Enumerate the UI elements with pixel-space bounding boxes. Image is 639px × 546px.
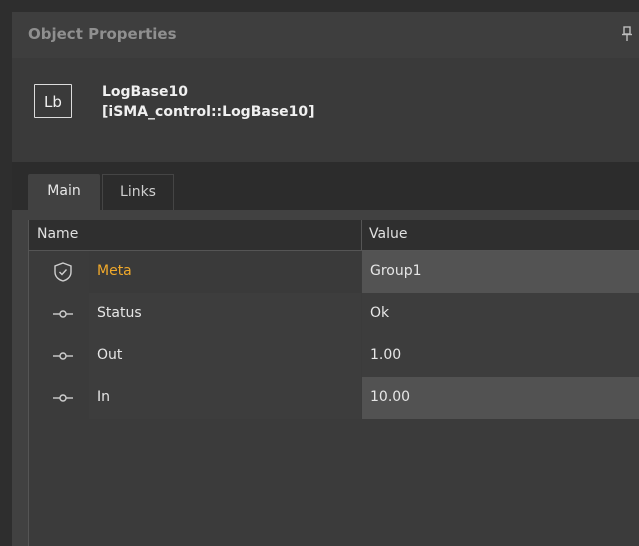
name-cell: Meta [89,251,361,293]
row-gutter [29,335,89,377]
panel-title: Object Properties [28,25,177,43]
slot-icon [51,303,75,325]
object-type: [iSMA_control::LogBase10] [102,104,315,120]
properties-table: Name Value Meta Group1 Status Ok Out 1.0… [28,220,639,546]
shield-check-icon [51,261,75,283]
pin-icon[interactable] [621,26,633,44]
property-name: Out [97,347,123,363]
left-edge [0,12,12,546]
property-value[interactable]: 10.00 [370,389,410,405]
object-name: LogBase10 [102,84,188,100]
column-divider[interactable] [361,220,362,250]
row-gutter [29,293,89,335]
property-name: In [97,389,111,405]
slot-icon [51,387,75,409]
table-header: Name Value [29,220,639,251]
property-value[interactable]: Group1 [370,263,422,279]
column-header-name[interactable]: Name [37,226,78,242]
property-name: Meta [97,263,132,279]
slot-icon [51,345,75,367]
property-value[interactable]: Ok [370,305,389,321]
property-value[interactable]: 1.00 [370,347,401,363]
value-cell[interactable]: 1.00 [362,335,639,377]
value-cell[interactable]: Ok [362,293,639,335]
object-type-icon: Lb [34,84,72,118]
table-row[interactable]: Meta Group1 [29,251,639,293]
table-row[interactable]: In 10.00 [29,377,639,419]
name-cell: In [89,377,361,419]
panel-title-bar: Object Properties [12,12,639,58]
name-cell: Out [89,335,361,377]
table-row[interactable]: Out 1.00 [29,335,639,377]
property-name: Status [97,305,142,321]
object-properties-window: Object Properties Lb LogBase10 [iSMA_con… [0,0,639,546]
table-row[interactable]: Status Ok [29,293,639,335]
row-gutter [29,377,89,419]
top-edge [0,0,639,12]
tab-main[interactable]: Main [28,174,100,210]
object-header: Lb LogBase10 [iSMA_control::LogBase10] [12,58,639,162]
value-cell[interactable]: Group1 [362,251,639,293]
value-cell[interactable]: 10.00 [362,377,639,419]
row-gutter [29,251,89,293]
name-cell: Status [89,293,361,335]
column-header-value[interactable]: Value [369,226,407,242]
tab-links[interactable]: Links [102,174,174,210]
